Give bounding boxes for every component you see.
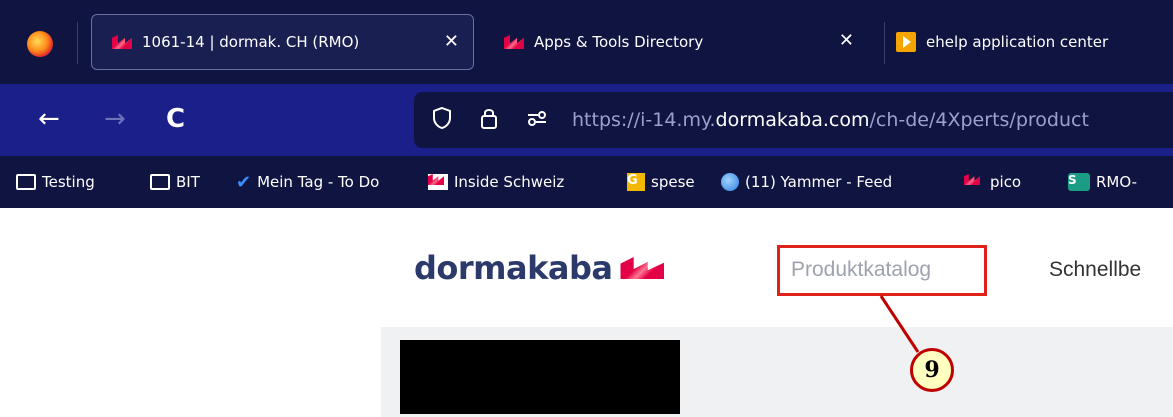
check-icon: ✔ xyxy=(236,171,252,193)
bookmark-label: pico xyxy=(990,173,1022,191)
bookmark-yammer[interactable]: (11) Yammer - Feed xyxy=(721,171,892,193)
bookmark-label: BIT xyxy=(176,173,200,191)
lock-icon[interactable] xyxy=(480,106,498,136)
tab-label: ehelp application center xyxy=(926,33,1109,51)
firefox-icon[interactable] xyxy=(27,31,53,57)
bookmark-label: Inside Schweiz xyxy=(454,173,565,191)
tab-separator xyxy=(77,22,78,64)
logo-text: dormakaba xyxy=(414,249,613,287)
bookmark-label: spese xyxy=(651,173,695,191)
annotation-callout-number: 9 xyxy=(910,348,954,392)
folder-icon xyxy=(150,174,170,190)
dormakaba-icon xyxy=(964,174,984,190)
close-tab-icon[interactable]: ✕ xyxy=(839,31,854,51)
forward-button[interactable]: → xyxy=(104,104,126,134)
ehelp-icon xyxy=(896,32,916,52)
back-button[interactable]: ← xyxy=(38,104,60,134)
bookmark-pico[interactable]: pico xyxy=(964,171,1021,193)
bookmark-label: Mein Tag - To Do xyxy=(257,173,380,191)
tab-bar: 1061-14 | dormak. CH (RMO) ✕ Apps & Tool… xyxy=(0,0,1173,84)
shield-icon[interactable] xyxy=(432,106,452,136)
yammer-icon xyxy=(721,173,739,191)
close-tab-icon[interactable]: ✕ xyxy=(444,32,459,52)
bookmark-spese[interactable]: G spese xyxy=(627,171,695,193)
dormakaba-logo[interactable]: dormakaba xyxy=(414,249,665,287)
tab-separator xyxy=(884,22,885,64)
bookmarks-bar: Testing BIT ✔ Mein Tag - To Do Inside Sc… xyxy=(0,156,1173,208)
tab-apps-tools[interactable]: Apps & Tools Directory ✕ xyxy=(496,14,876,70)
bookmark-label: Testing xyxy=(42,173,95,191)
tab-label: Apps & Tools Directory xyxy=(534,33,704,51)
tab-label: 1061-14 | dormak. CH (RMO) xyxy=(142,33,360,51)
bookmark-bit[interactable]: BIT xyxy=(150,171,200,193)
tab-ehelp[interactable]: ehelp application center xyxy=(896,14,1173,70)
folder-icon xyxy=(16,174,36,190)
permissions-icon[interactable] xyxy=(526,106,548,136)
bookmark-label: RMO- xyxy=(1096,173,1138,191)
navigation-bar: ← → C https://i-14.my.dormakaba.com/ch-d… xyxy=(0,84,1173,156)
bookmark-inside-schweiz[interactable]: Inside Schweiz xyxy=(428,171,564,193)
nav-link-produktkatalog[interactable]: Produktkatalog xyxy=(791,258,931,282)
bookmark-label: (11) Yammer - Feed xyxy=(745,173,893,191)
address-bar[interactable]: https://i-14.my.dormakaba.com/ch-de/4Xpe… xyxy=(414,92,1173,148)
url-text[interactable]: https://i-14.my.dormakaba.com/ch-de/4Xpe… xyxy=(572,107,1089,133)
spese-icon: G xyxy=(627,173,645,191)
bookmark-testing[interactable]: Testing xyxy=(16,171,95,193)
tab-dormakaba-rmo[interactable]: 1061-14 | dormak. CH (RMO) ✕ xyxy=(91,14,474,70)
reload-button[interactable]: C xyxy=(166,104,185,134)
bookmark-rmo[interactable]: S RMO- xyxy=(1068,171,1137,193)
dormakaba-logo-mark-icon xyxy=(620,257,665,279)
nav-link-schnellbestellung[interactable]: Schnellbe xyxy=(1049,258,1141,282)
redacted-block xyxy=(400,340,680,414)
bookmark-mein-tag[interactable]: ✔ Mein Tag - To Do xyxy=(236,171,379,193)
dormakaba-icon xyxy=(504,35,524,49)
sharepoint-icon: S xyxy=(1068,173,1090,191)
dormakaba-icon xyxy=(428,174,448,190)
dormakaba-icon xyxy=(112,35,132,49)
